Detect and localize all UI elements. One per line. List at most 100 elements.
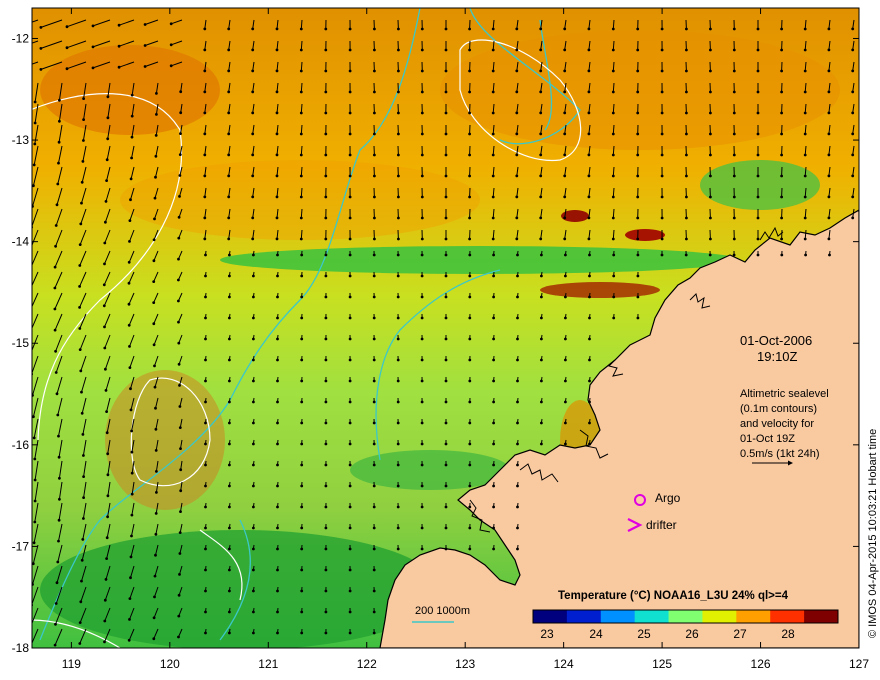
velocity-arrow-head [275, 27, 279, 31]
velocity-arrow-head [587, 27, 591, 31]
velocity-arrow-head [179, 111, 183, 115]
velocity-arrow-head [177, 278, 180, 282]
velocity-arrow-head [178, 153, 182, 157]
velocity-arrow-head [444, 547, 448, 551]
velocity-arrow-head [177, 593, 181, 597]
velocity-arrow-head [228, 274, 231, 278]
velocity-arrow-head [228, 631, 231, 635]
velocity-arrow-head [539, 153, 543, 157]
velocity-arrow-head [129, 198, 132, 202]
velocity-arrow-head [203, 153, 207, 157]
colorbar-segment [634, 610, 670, 623]
velocity-arrow-head [324, 253, 328, 257]
velocity-arrow-head [516, 463, 519, 467]
velocity-arrow-head [468, 195, 471, 199]
velocity-arrow-head [636, 111, 640, 115]
velocity-arrow-head [732, 69, 736, 73]
velocity-arrow-head [105, 557, 108, 560]
velocity-arrow-head [491, 237, 495, 241]
velocity-arrow-head [252, 316, 255, 320]
velocity-arrow-head [252, 589, 255, 593]
velocity-arrow-head [492, 421, 495, 425]
velocity-arrow-head [515, 153, 519, 157]
velocity-arrow-head [104, 200, 108, 203]
velocity-arrow-head [227, 69, 231, 73]
sst-map: 119 120 121 122 123 124 125 126 127 -12 -13 -14 -15… [12, 7, 879, 671]
velocity-arrow-head [588, 253, 591, 257]
velocity-arrow-head [348, 132, 352, 136]
velocity-arrow-head [588, 274, 591, 278]
velocity-arrow-head [397, 69, 400, 73]
velocity-arrow-head [299, 195, 303, 199]
velocity-arrow-head [492, 505, 495, 509]
velocity-arrow-head [103, 241, 107, 245]
velocity-arrow-head [803, 48, 807, 52]
velocity-arrow-head [57, 140, 61, 144]
velocity-arrow-head [348, 237, 352, 241]
velocity-arrow-head [491, 132, 495, 136]
velocity-arrow-head [372, 253, 376, 257]
velocity-arrow-head [324, 421, 328, 425]
velocity-arrow-head [105, 431, 109, 435]
velocity-arrow-head [203, 237, 207, 241]
velocity-arrow-head [588, 379, 591, 383]
velocity-arrow-head [324, 337, 328, 341]
velocity-arrow-head [539, 216, 543, 220]
velocity-arrow-head [588, 442, 591, 446]
velocity-arrow-head [420, 216, 424, 220]
velocity-arrow-head [397, 174, 400, 178]
velocity-arrow-head [130, 492, 134, 496]
velocity-arrow-head [79, 369, 83, 373]
velocity-arrow-head [397, 153, 400, 157]
velocity-arrow-head [709, 69, 712, 73]
velocity-arrow-head [660, 174, 664, 178]
velocity-arrow-head [300, 547, 304, 551]
velocity-arrow-head [276, 442, 279, 446]
velocity-arrow-head [106, 452, 110, 456]
velocity-arrow-head [227, 132, 231, 136]
velocity-arrow-head [106, 515, 109, 519]
velocity-arrow-head [468, 48, 471, 52]
velocity-arrow-head [81, 538, 85, 541]
velocity-arrow-head [372, 316, 376, 320]
velocity-arrow-head [58, 98, 61, 102]
velocity-arrow-head [780, 253, 784, 257]
velocity-arrow-head [516, 505, 519, 509]
velocity-arrow-head [82, 496, 85, 499]
velocity-arrow-head [152, 280, 156, 283]
velocity-arrow-head [103, 598, 107, 602]
velocity-arrow-head [827, 90, 831, 94]
velocity-arrow-head [539, 237, 543, 241]
velocity-arrow-head [251, 132, 255, 136]
velocity-arrow-head [300, 295, 304, 299]
velocity-arrow-head [228, 568, 231, 572]
velocity-arrow-head [153, 217, 156, 221]
velocity-arrow-head [177, 362, 181, 366]
velocity-arrow-head [491, 111, 495, 115]
colorbar-segment [804, 610, 839, 623]
velocity-arrow-head [756, 174, 760, 178]
velocity-arrow-head [228, 526, 231, 530]
velocity-arrow-head [105, 410, 108, 413]
velocity-arrow-head [300, 274, 304, 278]
velocity-arrow-head [709, 90, 712, 94]
velocity-arrow-head [251, 237, 255, 241]
velocity-arrow-head [540, 295, 543, 299]
velocity-arrow-head [348, 421, 352, 425]
velocity-arrow-head [420, 111, 424, 115]
isobath-legend-label: 200 1000m [415, 605, 470, 617]
velocity-arrow-head [709, 195, 712, 199]
velocity-arrow-head [348, 589, 352, 593]
velocity-arrow-head [29, 309, 32, 312]
velocity-arrow-head [103, 325, 106, 329]
argo-label: Argo [655, 491, 681, 505]
velocity-arrow-head [324, 195, 328, 199]
colorbar-segment [600, 610, 636, 623]
velocity-arrow-head [276, 505, 279, 509]
velocity-arrow-head [516, 421, 519, 425]
velocity-arrow-head [444, 358, 448, 362]
velocity-arrow-head [299, 132, 303, 136]
colorbar-tick-label: 23 [540, 627, 554, 641]
velocity-arrow-head [636, 237, 640, 241]
velocity-arrow-head [611, 132, 615, 136]
